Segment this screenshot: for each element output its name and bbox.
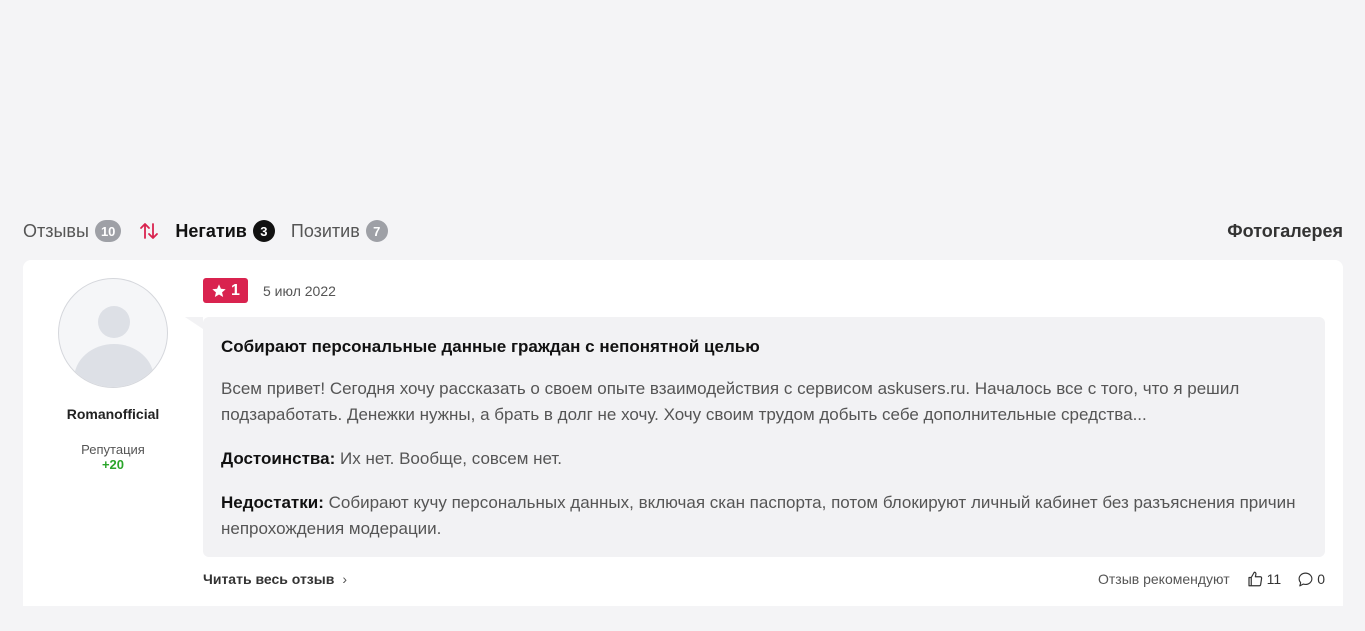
like-count: 11 <box>1266 571 1282 587</box>
review-title[interactable]: Собирают персональные данные граждан с н… <box>221 337 1307 357</box>
author-name[interactable]: Romanofficial <box>23 406 203 422</box>
review-author: Romanofficial Репутация +20 <box>23 260 203 472</box>
star-icon <box>212 283 226 297</box>
comment-count: 0 <box>1317 571 1325 587</box>
tab-negative-count: 3 <box>252 220 275 242</box>
reputation-value: +20 <box>101 457 125 472</box>
photo-gallery-link[interactable]: Фотогалерея <box>1227 221 1343 242</box>
tab-reviews-label: Отзывы <box>23 220 89 241</box>
cons-text: Собирают кучу персональных данных, включ… <box>221 493 1296 538</box>
review-footer: Читать весь отзыв › Отзыв рекомендуют 11… <box>203 570 1325 588</box>
review-card: Romanofficial Репутация +20 1 5 июл 2022… <box>23 260 1343 606</box>
pros-label: Достоинства: <box>221 449 336 468</box>
review-tabs: Отзывы 10 Негатив 3 Позитив 7 Фотогалере… <box>23 216 1343 246</box>
tab-negative-label: Негатив <box>175 220 247 241</box>
read-more-label: Читать весь отзыв <box>203 571 335 587</box>
cons-label: Недостатки: <box>221 493 324 512</box>
avatar[interactable] <box>58 278 168 388</box>
review-body: Собирают персональные данные граждан с н… <box>185 317 1325 557</box>
tab-positive-label: Позитив <box>290 220 360 241</box>
review-pros: Достоинства: Их нет. Вообще, совсем нет. <box>221 446 1307 472</box>
tab-negative[interactable]: Негатив 3 <box>175 220 275 242</box>
review-text: Всем привет! Сегодня хочу рассказать о с… <box>221 379 1240 424</box>
user-placeholder-icon <box>74 306 154 387</box>
like-button[interactable]: 11 <box>1246 570 1282 588</box>
comment-icon <box>1298 572 1313 586</box>
sort-arrows-icon[interactable] <box>139 221 159 241</box>
tab-reviews[interactable]: Отзывы 10 <box>23 220 122 242</box>
comments-button[interactable]: 0 <box>1297 571 1325 588</box>
pros-text: Их нет. Вообще, совсем нет. <box>340 449 563 468</box>
tab-positive-count: 7 <box>365 220 388 242</box>
reputation-label: Репутация <box>81 442 145 457</box>
thumbs-up-icon <box>1248 571 1262 587</box>
rating-badge: 1 <box>203 278 248 303</box>
review-cons: Недостатки: Собирают кучу персональных д… <box>221 490 1307 542</box>
tab-reviews-count: 10 <box>94 220 122 242</box>
review-date: 5 июл 2022 <box>263 282 336 299</box>
tab-positive[interactable]: Позитив 7 <box>291 220 388 242</box>
read-full-review-link[interactable]: Читать весь отзыв › <box>203 571 347 587</box>
rating-value: 1 <box>231 281 240 299</box>
recommend-label: Отзыв рекомендуют <box>1097 571 1230 587</box>
review-meta: 1 5 июл 2022 <box>203 278 336 303</box>
chevron-right-icon: › <box>342 571 347 587</box>
